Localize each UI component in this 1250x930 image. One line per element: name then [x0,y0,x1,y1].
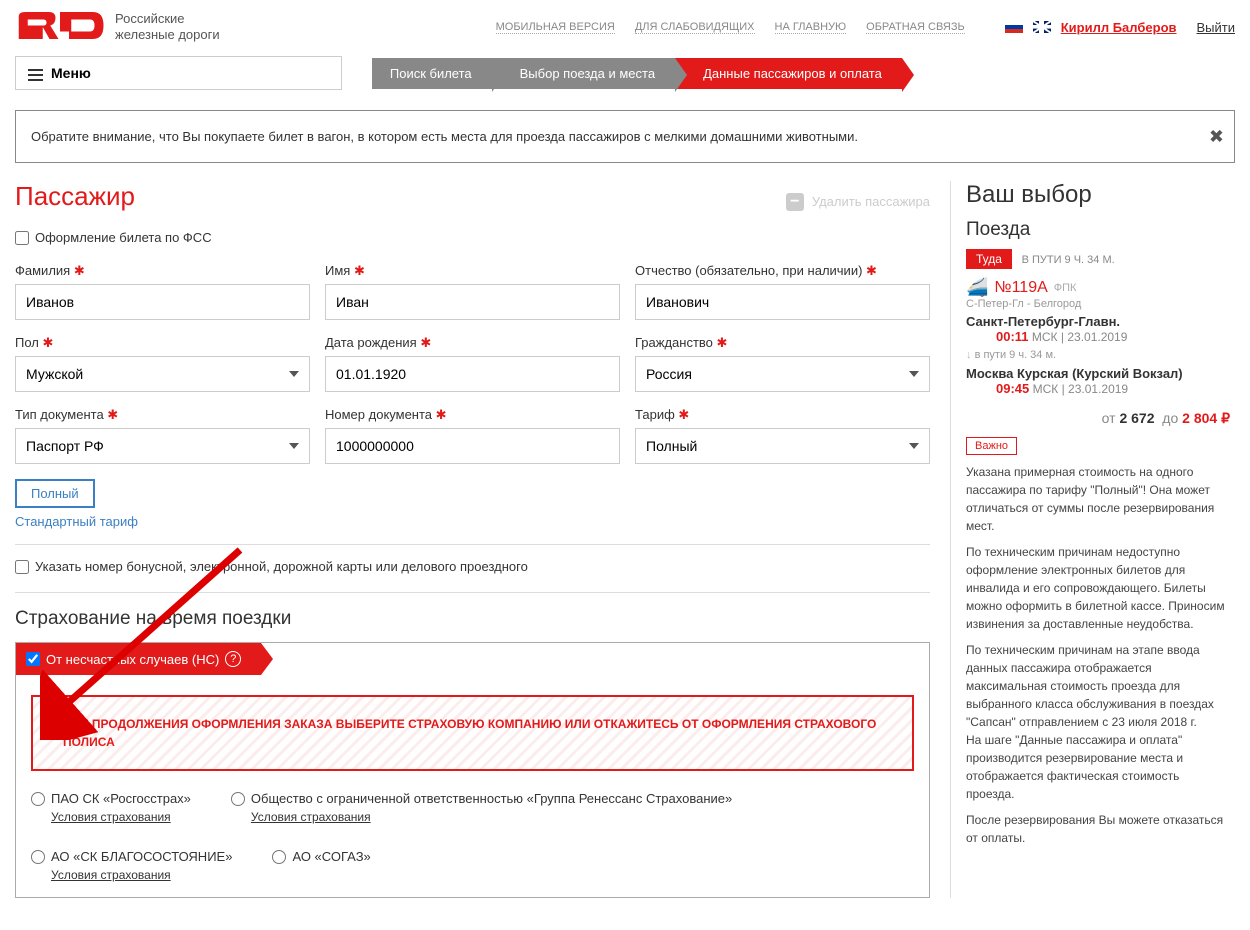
label-dob: Дата рождения ✱ [325,335,620,351]
ins-opt-rosgosstrakh[interactable]: ПАО СК «Росгосстрах» [31,791,191,806]
transit-time: в пути 9 ч. 34 м. [966,349,1230,361]
side-note-1: Указана примерная стоимость на одного па… [966,463,1230,535]
link-home[interactable]: НА ГЛАВНУЮ [775,21,847,34]
ins-opt-renaissance[interactable]: Общество с ограниченной ответственностью… [231,791,732,806]
ins-cond-link-3[interactable]: Условия страхования [51,868,232,882]
arrival-date: 23.01.2019 [1068,382,1128,396]
price-range: от 2 672 до 2 804 ₽ [966,410,1230,427]
step-train[interactable]: Выбор поезда и места [492,58,675,89]
ins-cond-link-1[interactable]: Условия страхования [51,810,191,824]
label-middlename: Отчество (обязательно, при наличии) ✱ [635,263,930,279]
lang-ru-icon[interactable] [1005,21,1023,33]
train-company: ФПК [1054,282,1077,294]
side-note-3: По техническим причинам на этапе ввода д… [966,641,1230,803]
lang-en-icon[interactable] [1033,21,1051,33]
arrival-time: 09:45 [996,381,1029,396]
important-badge: Важно [966,437,1017,455]
departure-time: 00:11 [996,329,1029,344]
direction-badge: Туда [966,249,1012,269]
firstname-input[interactable] [325,284,620,320]
side-note-2: По техническим причинам недоступно оформ… [966,543,1230,633]
dob-input[interactable] [325,356,620,392]
label-doctype: Тип документа ✱ [15,407,310,423]
link-accessibility[interactable]: ДЛЯ СЛАБОВИДЯЩИХ [635,21,755,34]
label-lastname: Фамилия ✱ [15,263,310,279]
ins-opt-sogaz[interactable]: АО «СОГАЗ» [272,849,370,864]
notice-box: Обратите внимание, что Вы покупаете биле… [15,110,1235,163]
link-mobile[interactable]: МОБИЛЬНАЯ ВЕРСИЯ [496,21,615,34]
step-search[interactable]: Поиск билета [372,58,492,89]
step-passenger[interactable]: Данные пассажиров и оплата [675,58,902,89]
minus-icon: − [786,193,804,211]
close-icon[interactable]: ✖ [1209,126,1224,147]
sidebar-trains-heading: Поезда [966,219,1230,241]
insurance-warning: ДЛЯ ПРОДОЛЖЕНИЯ ОФОРМЛЕНИЯ ЗАКАЗА ВЫБЕРИ… [31,695,914,771]
citizenship-select[interactable]: Россия [635,356,930,392]
arrival-city: Москва Курская (Курский Вокзал) [966,366,1230,381]
bonus-checkbox[interactable] [15,560,29,574]
departure-city: Санкт-Петербург-Главн. [966,314,1230,329]
docno-input[interactable] [325,428,620,464]
lastname-input[interactable] [15,284,310,320]
train-icon: 🚄 [966,277,988,298]
tariff-tag[interactable]: Полный [15,479,95,508]
travel-time: В ПУТИ 9 Ч. 34 М. [1022,254,1115,266]
user-name-link[interactable]: Кирилл Балберов [1061,20,1177,35]
insurance-accident-checkbox[interactable] [26,652,40,666]
menu-button[interactable]: Меню [15,56,342,90]
delete-passenger: − Удалить пассажира [786,193,930,211]
middlename-input[interactable] [635,284,930,320]
help-icon[interactable]: ? [225,651,241,667]
doctype-select[interactable]: Паспорт РФ [15,428,310,464]
insurance-heading: Страхование на время поездки [15,608,930,630]
insurance-ribbon[interactable]: От несчастных случаев (НС) ? [16,643,261,675]
fss-checkbox-row[interactable]: Оформление билета по ФСС [15,230,930,245]
route-text: С-Петер-Гл - Белгород [966,298,1230,310]
link-feedback[interactable]: ОБРАТНАЯ СВЯЗЬ [866,21,965,34]
fss-checkbox[interactable] [15,231,29,245]
sex-select[interactable]: Мужской [15,356,310,392]
label-citizenship: Гражданство ✱ [635,335,930,351]
ins-cond-link-2[interactable]: Условия страхования [251,810,732,824]
label-sex: Пол ✱ [15,335,310,351]
sidebar-title: Ваш выбор [966,181,1230,209]
logo-icon [15,8,105,46]
tariff-link[interactable]: Стандартный тариф [15,514,138,529]
tariff-select[interactable]: Полный [635,428,930,464]
brand-line-1: Российские [115,11,220,27]
page-title: Пассажир [15,181,135,212]
brand-line-2: железные дороги [115,27,220,43]
label-firstname: Имя ✱ [325,263,620,279]
logout-link[interactable]: Выйти [1197,20,1236,35]
train-number[interactable]: №119А [994,279,1047,297]
label-docno: Номер документа ✱ [325,407,620,423]
departure-date: 23.01.2019 [1067,330,1127,344]
bonus-checkbox-row[interactable]: Указать номер бонусной, электронной, дор… [15,559,930,574]
ins-opt-blago[interactable]: АО «СК БЛАГОСОСТОЯНИЕ» [31,849,232,864]
side-note-4: После резервирования Вы можете отказатьс… [966,811,1230,847]
label-tariff: Тариф ✱ [635,407,930,423]
